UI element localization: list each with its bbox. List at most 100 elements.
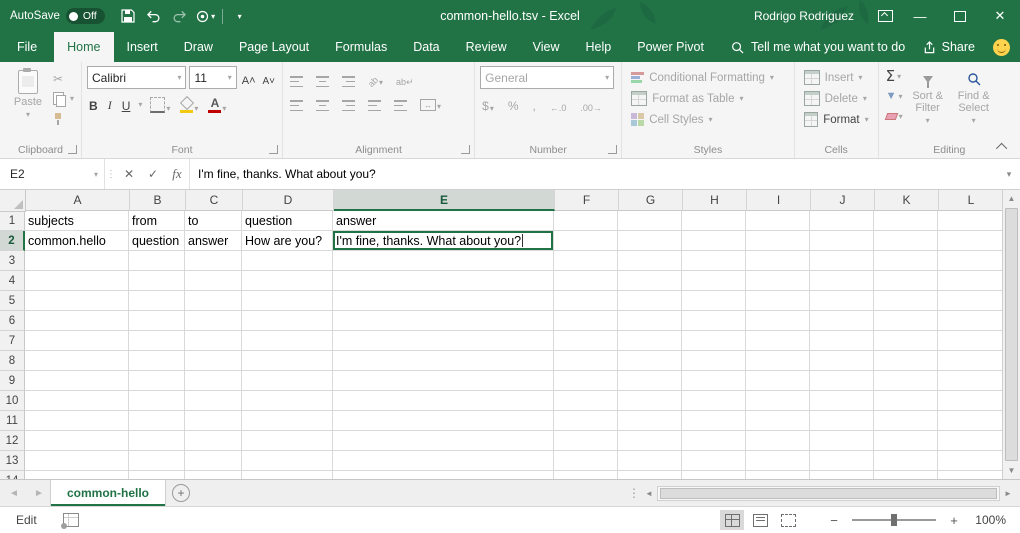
increase-font-size-button[interactable]: A˄	[240, 69, 258, 87]
cell-J4[interactable]	[810, 271, 874, 291]
row-header-8[interactable]: 8	[0, 351, 25, 371]
cell-D7[interactable]	[242, 331, 333, 351]
tab-draw[interactable]: Draw	[171, 32, 226, 62]
cell-K3[interactable]	[874, 251, 938, 271]
cell-L3[interactable]	[938, 251, 1002, 271]
save-button[interactable]	[115, 2, 141, 30]
cell-C13[interactable]	[185, 451, 242, 471]
cell-B4[interactable]	[129, 271, 185, 291]
enter-button[interactable]: ✓	[141, 159, 165, 189]
middle-align-button[interactable]	[314, 69, 331, 87]
accounting-format-button[interactable]: $▾	[480, 95, 496, 113]
format-painter-button[interactable]	[51, 110, 76, 127]
clear-button[interactable]: ▾	[884, 108, 905, 125]
column-header-C[interactable]: C	[186, 190, 243, 211]
cell-A5[interactable]	[25, 291, 129, 311]
minimize-button[interactable]: —	[900, 0, 940, 32]
tab-scroll-splitter[interactable]: ⋮	[627, 480, 641, 506]
cell-E5[interactable]	[333, 291, 554, 311]
cell-H10[interactable]	[682, 391, 746, 411]
underline-button[interactable]: U	[120, 95, 133, 113]
tab-insert[interactable]: Insert	[114, 32, 171, 62]
cell-L4[interactable]	[938, 271, 1002, 291]
cell-B6[interactable]	[129, 311, 185, 331]
cell-J13[interactable]	[810, 451, 874, 471]
cell-F7[interactable]	[554, 331, 618, 351]
cell-F12[interactable]	[554, 431, 618, 451]
cell-H7[interactable]	[682, 331, 746, 351]
column-header-E[interactable]: E	[334, 190, 555, 211]
cell-L6[interactable]	[938, 311, 1002, 331]
cell-D8[interactable]	[242, 351, 333, 371]
cell-E4[interactable]	[333, 271, 554, 291]
tab-formulas[interactable]: Formulas	[322, 32, 400, 62]
cell-B5[interactable]	[129, 291, 185, 311]
cell-L5[interactable]	[938, 291, 1002, 311]
cell-H11[interactable]	[682, 411, 746, 431]
column-header-I[interactable]: I	[747, 190, 811, 211]
cell-K11[interactable]	[874, 411, 938, 431]
cell-A11[interactable]	[25, 411, 129, 431]
paste-button[interactable]: Paste ▾	[5, 66, 51, 119]
cell-I8[interactable]	[746, 351, 810, 371]
cell-B11[interactable]	[129, 411, 185, 431]
cell-L11[interactable]	[938, 411, 1002, 431]
cell-H4[interactable]	[682, 271, 746, 291]
cell-D4[interactable]	[242, 271, 333, 291]
cell-B10[interactable]	[129, 391, 185, 411]
cell-I7[interactable]	[746, 331, 810, 351]
cell-H14[interactable]	[682, 471, 746, 479]
cell-K1[interactable]	[874, 211, 938, 231]
cell-K8[interactable]	[874, 351, 938, 371]
column-header-G[interactable]: G	[619, 190, 683, 211]
zoom-slider[interactable]	[852, 519, 936, 521]
cell-H1[interactable]	[682, 211, 746, 231]
scroll-up-icon[interactable]: ▲	[1003, 190, 1020, 207]
zoom-level[interactable]: 100%	[972, 513, 1006, 527]
cell-C6[interactable]	[185, 311, 242, 331]
cell-E2[interactable]: I'm fine, thanks. What about you?	[333, 231, 554, 251]
formula-input[interactable]: I'm fine, thanks. What about you?	[189, 159, 998, 189]
cell-L9[interactable]	[938, 371, 1002, 391]
zoom-slider-thumb[interactable]	[891, 514, 897, 526]
cell-B3[interactable]	[129, 251, 185, 271]
cell-F3[interactable]	[554, 251, 618, 271]
cell-H5[interactable]	[682, 291, 746, 311]
row-header-4[interactable]: 4	[0, 271, 25, 291]
cell-G4[interactable]	[618, 271, 682, 291]
number-dialog-launcher[interactable]	[608, 145, 617, 154]
cell-B2[interactable]: question	[129, 231, 185, 251]
cell-E9[interactable]	[333, 371, 554, 391]
feedback-smiley-icon[interactable]	[993, 39, 1010, 56]
cell-L7[interactable]	[938, 331, 1002, 351]
cell-F14[interactable]	[554, 471, 618, 479]
cell-E12[interactable]	[333, 431, 554, 451]
cell-C11[interactable]	[185, 411, 242, 431]
cell-B7[interactable]	[129, 331, 185, 351]
cell-J10[interactable]	[810, 391, 874, 411]
cell-I9[interactable]	[746, 371, 810, 391]
cell-D14[interactable]	[242, 471, 333, 479]
cell-I12[interactable]	[746, 431, 810, 451]
cell-A6[interactable]	[25, 311, 129, 331]
cell-L10[interactable]	[938, 391, 1002, 411]
column-header-L[interactable]: L	[939, 190, 1002, 211]
expand-formula-bar-button[interactable]: ▾	[998, 159, 1020, 189]
undo-button[interactable]	[141, 2, 167, 30]
cell-H12[interactable]	[682, 431, 746, 451]
cell-J1[interactable]	[810, 211, 874, 231]
cell-I14[interactable]	[746, 471, 810, 479]
cell-K5[interactable]	[874, 291, 938, 311]
cell-H9[interactable]	[682, 371, 746, 391]
cell-C12[interactable]	[185, 431, 242, 451]
cell-K13[interactable]	[874, 451, 938, 471]
cell-K6[interactable]	[874, 311, 938, 331]
cell-G8[interactable]	[618, 351, 682, 371]
number-format-combobox[interactable]: General▾	[480, 66, 614, 89]
decrease-font-size-button[interactable]: A˅	[261, 69, 278, 87]
cell-F10[interactable]	[554, 391, 618, 411]
cell-K12[interactable]	[874, 431, 938, 451]
row-header-6[interactable]: 6	[0, 311, 25, 331]
cell-A10[interactable]	[25, 391, 129, 411]
row-header-7[interactable]: 7	[0, 331, 25, 351]
